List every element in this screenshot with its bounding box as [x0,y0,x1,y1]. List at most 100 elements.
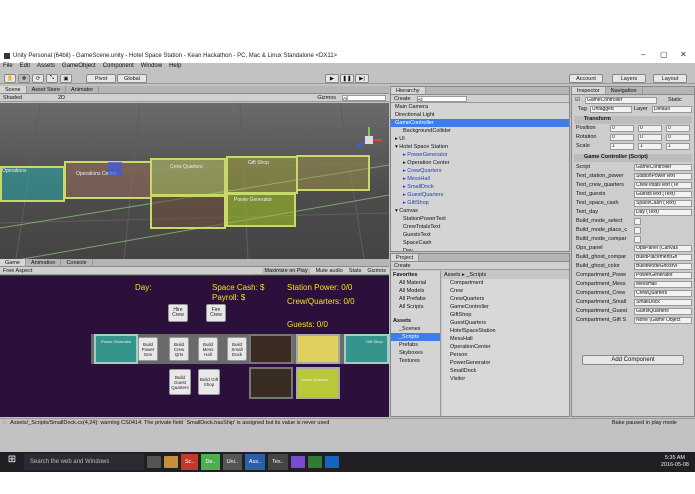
script-file-item[interactable]: Visitor [442,375,569,383]
inspector-field-value[interactable]: CrewTotalsText (Te [634,182,692,189]
layout-dropdown[interactable]: Layout [653,74,687,83]
rotation-x[interactable]: 0 [610,134,634,141]
assets-header[interactable]: Assets [391,317,440,325]
hierarchy-item[interactable]: ▸ UI [391,135,569,143]
scene-gift-shop-room[interactable]: Gift Shop [226,156,298,194]
build-guest-button[interactable]: Build Guest Quarters [169,369,191,395]
game-viewport[interactable]: Day: Space Cash: $ Payroll: $ Station Po… [0,276,389,417]
scale-z[interactable]: 1 [666,143,690,150]
game-guest-room[interactable]: Guest Quarters [296,367,340,399]
script-file-item[interactable]: MessHall [442,335,569,343]
game-lower-dark-room[interactable] [249,367,293,399]
inspector-field-value[interactable]: StationPowerText [634,173,692,180]
hand-tool-icon[interactable]: ✋ [4,74,16,83]
inspector-field-value[interactable] [634,218,641,225]
asset-folder-item[interactable]: Prefabs [391,341,440,349]
taskbar-clock[interactable]: 5:35 AM 2016-05-08 [661,455,689,469]
close-icon[interactable]: ✕ [680,50,687,59]
project-create-button[interactable]: Create [394,263,411,269]
taskbar-app[interactable]: Sc.. [181,454,199,470]
step-icon[interactable]: ▶| [355,74,369,83]
layer-dropdown[interactable]: Default [652,106,692,113]
static-toggle[interactable]: Static [668,97,682,105]
hierarchy-item[interactable]: Day [391,247,569,251]
play-icon[interactable]: ▶ [325,74,339,83]
inspector-field-value[interactable]: SpaceCash (Text) [634,200,692,207]
build-gift-button[interactable]: Build Gift Shop [198,369,220,395]
aspect-dropdown[interactable]: Free Aspect [3,268,32,274]
game-tab-game[interactable]: Game [0,259,26,266]
script-file-item[interactable]: GameController [442,303,569,311]
rotate-tool-icon[interactable]: ⟳ [32,74,44,83]
scene-orientation-gizmo[interactable] [354,125,384,155]
fire-crew-button[interactable]: Fire Crew [206,304,226,322]
hierarchy-tab[interactable]: Hierarchy [391,87,426,94]
script-file-item[interactable]: PowerGenerator [442,359,569,367]
inspector-field-value[interactable]: GameController [634,164,692,171]
maximize-icon[interactable]: ▢ [660,50,668,59]
script-file-item[interactable]: GuestQuarters [442,319,569,327]
hire-crew-button[interactable]: Hire Crew [168,304,188,322]
inspector-field-value[interactable]: None (Game Object [634,317,692,324]
menu-item-gameobject[interactable]: GameObject [62,63,96,72]
script-file-item[interactable]: OperationCenter [442,343,569,351]
inspector-field-value[interactable]: Day (Text) [634,209,692,216]
favorites-item[interactable]: All Material [391,279,440,287]
global-button[interactable]: Global [117,74,147,83]
position-x[interactable]: 0 [610,125,634,132]
status-warning[interactable]: Assets/_Scripts/SmallDock.cs(4,24): warn… [10,420,329,426]
rotation-y[interactable]: 0 [638,134,662,141]
scene-crew-quarters-room[interactable]: Crew Quarters [150,158,226,196]
taskbar-search-input[interactable]: Search the web and Windows [24,454,144,470]
script-component-header[interactable]: Game Controller (Script) [574,154,692,162]
hierarchy-item[interactable]: ▸ GuestQuarters [391,191,569,199]
scene-tab-scene[interactable]: Scene [0,86,27,93]
inspector-tab-inspector[interactable]: Inspector [572,87,606,94]
inspector-field-value[interactable]: GuestQuarters [634,308,692,315]
move-tool-icon[interactable]: ✥ [18,74,30,83]
layers-dropdown[interactable]: Layers [612,74,646,83]
2d-toggle[interactable]: 2D [58,95,65,101]
inspector-field-value[interactable]: CrewQuarters [634,290,692,297]
hierarchy-item[interactable]: ▸ SmallDock [391,183,569,191]
pause-icon[interactable]: ❚❚ [340,74,354,83]
hierarchy-item[interactable]: SpaceCash [391,239,569,247]
favorites-header[interactable]: Favorites [391,271,440,279]
inspector-field-value[interactable]: SmallDock [634,299,692,306]
hierarchy-item[interactable]: GuestsText [391,231,569,239]
inspector-field-value[interactable]: GuestsText (Text) [634,191,692,198]
visual-studio-icon[interactable] [290,456,305,468]
rotation-z[interactable]: 0 [666,134,690,141]
windows-start-icon[interactable]: ⊞ [4,454,20,470]
menu-item-component[interactable]: Component [103,63,134,72]
taskbar-app[interactable]: Tex.. [268,454,288,470]
maximize-toggle[interactable]: Maximize on Play [262,267,310,274]
hierarchy-create-button[interactable]: Create [394,96,411,102]
scale-y[interactable]: 1 [638,143,662,150]
scene-tab-animator[interactable]: Animator [66,86,100,93]
script-file-item[interactable]: Crew [442,287,569,295]
game-tab-console[interactable]: Console [61,259,93,266]
script-file-item[interactable]: Person [442,351,569,359]
inspector-field-value[interactable]: OpsPanel (Canvas [634,245,692,252]
minimize-icon[interactable]: – [641,50,645,59]
app-green-icon[interactable] [307,456,322,468]
scene-operations-room[interactable]: Operations [0,166,65,202]
build-mess-button[interactable]: Build Mess Hall [198,337,218,361]
task-view-icon[interactable] [147,456,161,468]
inspector-field-value[interactable]: BuildPlacementGh [634,254,692,261]
hierarchy-item[interactable]: StationPowerText [391,215,569,223]
script-file-item[interactable]: GiftShop [442,311,569,319]
hierarchy-item[interactable]: GameController [391,119,569,127]
game-dark-room[interactable] [249,334,293,364]
rect-tool-icon[interactable]: ▣ [60,74,72,83]
favorites-item[interactable]: All Models [391,287,440,295]
menu-item-assets[interactable]: Assets [37,63,55,72]
scene-transform-gizmo[interactable] [108,162,122,176]
transform-header[interactable]: Transform [574,116,692,124]
hierarchy-item[interactable]: BackgroundCollider [391,127,569,135]
project-tab[interactable]: Project [391,254,420,261]
tag-dropdown[interactable]: Untagged [590,106,632,113]
taskbar-app[interactable]: Uni.. [222,454,242,470]
scale-tool-icon[interactable]: ⤡ [46,74,58,83]
